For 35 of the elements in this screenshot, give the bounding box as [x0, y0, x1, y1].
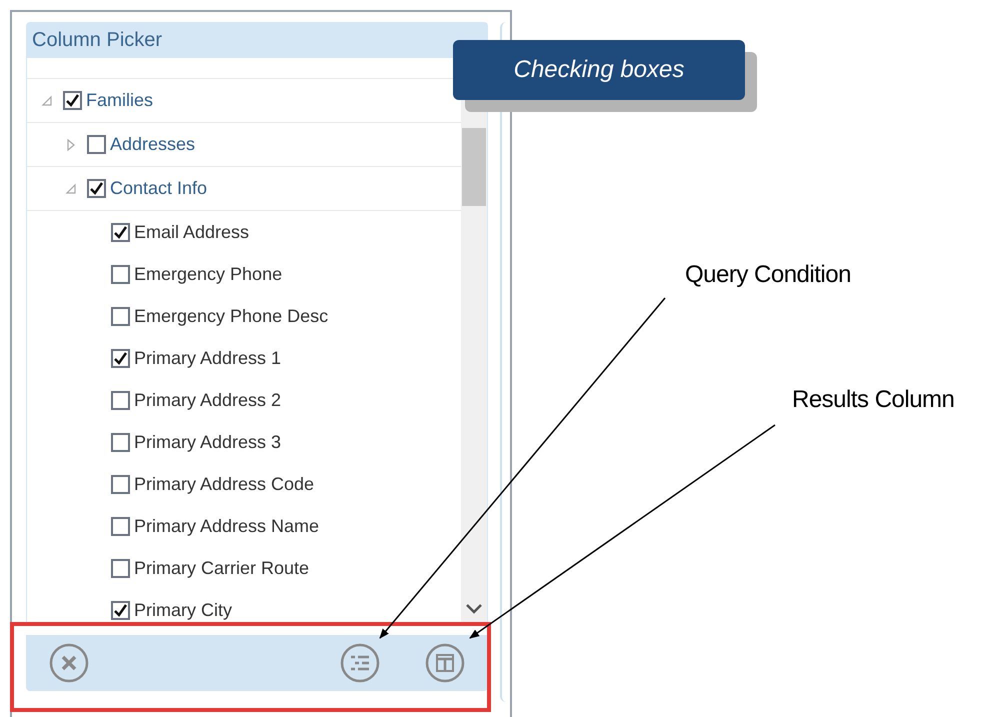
panel-title: Column Picker: [32, 28, 162, 53]
tree-item-label[interactable]: Primary Address 1: [134, 344, 282, 372]
checkbox[interactable]: [63, 91, 82, 110]
checkbox[interactable]: [111, 390, 130, 410]
checkbox[interactable]: [87, 179, 106, 198]
checkbox[interactable]: [111, 306, 130, 326]
query-condition-button[interactable]: [339, 642, 381, 684]
checkbox[interactable]: [111, 600, 130, 620]
chevron-down-icon[interactable]: [465, 603, 483, 615]
tree-item-label[interactable]: Primary Address 3: [134, 428, 282, 456]
annotation-label: Query Condition: [685, 260, 851, 290]
tree-item-label[interactable]: Primary Address Name: [134, 512, 320, 540]
checkbox[interactable]: [111, 516, 130, 536]
checkbox[interactable]: [111, 558, 130, 578]
callout-text: Checking boxes: [514, 55, 684, 85]
checkbox[interactable]: [111, 264, 130, 284]
results-column-button[interactable]: [424, 642, 466, 684]
checkbox[interactable]: [111, 348, 130, 368]
tree-item-label[interactable]: Addresses: [110, 131, 196, 158]
scrollbar-thumb[interactable]: [462, 128, 486, 206]
checkbox[interactable]: [111, 474, 130, 494]
tree-item-label[interactable]: Primary Carrier Route: [134, 554, 310, 582]
tree-item-label[interactable]: Contact Info: [110, 175, 208, 202]
annotation-label: Results Column: [792, 385, 954, 415]
tree-item-label[interactable]: Primary Address 2: [134, 386, 282, 414]
checkbox[interactable]: [111, 432, 130, 452]
clear-button[interactable]: [48, 642, 90, 684]
tree-item-label[interactable]: Emergency Phone Desc: [134, 302, 328, 330]
tree-item-label[interactable]: Emergency Phone: [134, 260, 282, 288]
tree-item-label[interactable]: Families: [86, 87, 154, 114]
checkbox[interactable]: [111, 222, 130, 242]
tree-item-label[interactable]: Primary Address Code: [134, 470, 314, 498]
tree-item-label[interactable]: Email Address: [134, 218, 250, 246]
tree-item-label[interactable]: Primary City: [134, 596, 232, 624]
checkbox[interactable]: [87, 135, 106, 154]
